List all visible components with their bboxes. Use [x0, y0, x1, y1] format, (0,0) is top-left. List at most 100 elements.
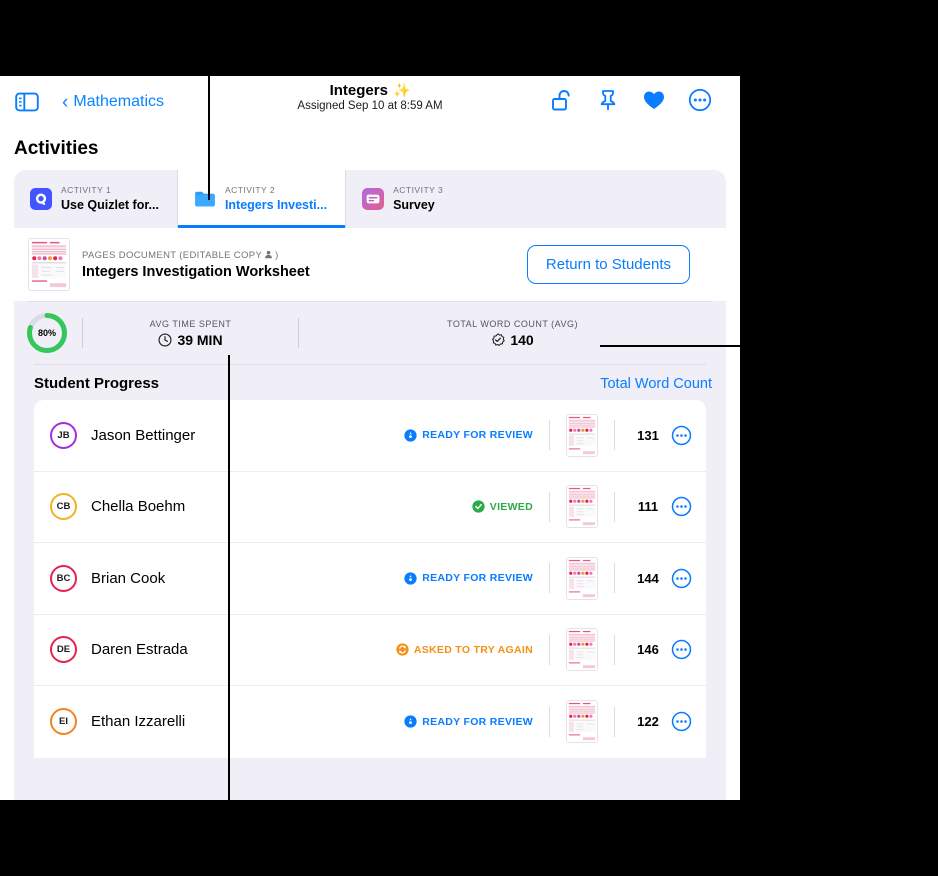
avatar-initials: EI [59, 716, 68, 728]
more-circle-icon[interactable] [671, 711, 692, 732]
more-circle-icon[interactable] [671, 425, 692, 446]
completion-ring: 80% [24, 310, 70, 356]
document-kicker-text: PAGES DOCUMENT (EDITABLE COPY [82, 249, 263, 261]
unlock-icon[interactable] [550, 88, 574, 117]
activity-tabs: ACTIVITY 1 Use Quizlet for... ACTIVITY 2… [14, 170, 726, 228]
sparkles-icon: ✨ [392, 82, 411, 98]
status-badge-label: VIEWED [489, 500, 533, 513]
more-circle-icon[interactable] [671, 568, 692, 589]
avatar: DE [50, 636, 77, 664]
back-chevron-icon: ‹ [62, 91, 69, 113]
clock-icon [158, 332, 172, 347]
activity-card: ACTIVITY 1 Use Quizlet for... ACTIVITY 2… [14, 170, 726, 800]
table-row[interactable]: CB Chella Boehm VIEWED 111 [34, 472, 706, 543]
student-name: Brian Cook [91, 569, 166, 587]
worksheet-thumbnail[interactable] [28, 238, 70, 291]
status-badge: VIEWED [472, 500, 533, 513]
table-row[interactable]: BC Brian Cook READY FOR REVIEW 144 [34, 543, 706, 615]
status-badge: READY FOR REVIEW [404, 429, 533, 442]
avatar-initials: BC [56, 572, 71, 584]
student-progress-list: JB Jason Bettinger READY FOR REVIEW 131 … [34, 400, 706, 758]
person-icon [264, 250, 273, 261]
avatar: BC [50, 564, 77, 592]
back-to-mathematics-link[interactable]: ‹ Mathematics [62, 93, 164, 112]
word-count-value: 144 [637, 570, 659, 586]
viewed-check-icon [472, 500, 485, 513]
word-count-value: 111 [637, 499, 659, 515]
worksheet-thumbnail[interactable] [566, 413, 598, 457]
avatar-initials: JB [57, 429, 70, 441]
ready-badge-icon [404, 572, 417, 585]
worksheet-thumbnail[interactable] [566, 485, 598, 529]
sidebar-toggle-icon[interactable] [14, 91, 40, 113]
row-separator-2 [614, 491, 615, 522]
toolbar-icon-group [550, 88, 726, 117]
worksheet-thumbnail[interactable] [566, 556, 598, 600]
worksheet-thumbnail[interactable] [566, 628, 598, 672]
avatar: JB [50, 421, 77, 449]
page-title: Integers [329, 82, 388, 99]
worksheet-thumbnail[interactable] [566, 700, 598, 744]
more-circle-icon[interactable] [671, 639, 692, 660]
quizlet-app-icon [30, 188, 52, 210]
stat-avg-time-spent: AVG TIME SPENT 39 MIN [83, 319, 298, 348]
stat-avg-time-value: 39 MIN [177, 331, 223, 348]
table-row[interactable]: JB Jason Bettinger READY FOR REVIEW 131 [34, 400, 706, 472]
row-separator-1 [549, 634, 550, 665]
retry-arrows-icon [396, 643, 409, 656]
document-kicker-close: ) [275, 249, 279, 261]
app-window: ‹ Mathematics Integers ✨ Assigned Sep 10… [0, 76, 740, 800]
ready-badge-icon [404, 429, 417, 442]
table-row[interactable]: DE Daren Estrada ASKED TO TRY AGAIN 146 [34, 615, 706, 686]
tab-activity-2[interactable]: ACTIVITY 2 Integers Investi... [177, 170, 347, 228]
status-badge: READY FOR REVIEW [404, 572, 533, 585]
student-name: Ethan Izzarelli [91, 713, 186, 731]
callout-line-time [228, 355, 230, 830]
table-row[interactable]: EI Ethan Izzarelli READY FOR REVIEW 122 [34, 686, 706, 758]
tab-1-kicker: ACTIVITY 1 [61, 185, 112, 196]
student-name: Jason Bettinger [91, 426, 196, 444]
pin-icon[interactable] [596, 88, 620, 117]
tab-3-label: Survey [393, 197, 435, 212]
row-separator-2 [614, 563, 615, 594]
callout-line-wordcount [600, 345, 938, 347]
tab-activity-3[interactable]: ACTIVITY 3 Survey [346, 170, 461, 228]
avatar-initials: CB [56, 501, 71, 513]
row-separator-2 [614, 634, 615, 665]
more-circle-icon[interactable] [688, 88, 712, 117]
row-separator-2 [614, 706, 615, 737]
callout-line-tab [208, 47, 210, 200]
status-badge-label: READY FOR REVIEW [422, 572, 533, 585]
stat-avg-time-label: AVG TIME SPENT [149, 318, 232, 329]
word-count-value: 131 [637, 427, 659, 443]
student-progress-title: Student Progress [34, 375, 160, 392]
heart-icon[interactable] [642, 88, 666, 117]
row-separator-1 [549, 491, 550, 522]
stat-word-count-label: TOTAL WORD COUNT (AVG) [446, 318, 578, 329]
status-badge-label: READY FOR REVIEW [422, 715, 533, 728]
avatar-initials: DE [56, 644, 71, 656]
stat-word-count-value: 140 [510, 331, 534, 348]
completion-ring-label: 80% [37, 328, 56, 338]
status-badge-label: READY FOR REVIEW [422, 429, 533, 442]
return-to-students-button[interactable]: Return to Students [526, 245, 690, 284]
tab-activity-1[interactable]: ACTIVITY 1 Use Quizlet for... [14, 170, 178, 228]
tab-3-kicker: ACTIVITY 3 [393, 185, 444, 196]
total-word-count-link[interactable]: Total Word Count [600, 376, 712, 392]
word-count-value: 122 [637, 714, 659, 730]
row-separator-1 [549, 420, 550, 451]
row-separator-1 [549, 706, 550, 737]
row-separator-1 [549, 563, 550, 594]
document-row: PAGES DOCUMENT (EDITABLE COPY ) Integers… [14, 228, 726, 301]
document-kicker: PAGES DOCUMENT (EDITABLE COPY ) [82, 250, 310, 261]
seal-check-icon [491, 332, 506, 347]
avatar: CB [50, 493, 77, 521]
status-badge: ASKED TO TRY AGAIN [396, 643, 533, 656]
stat-total-word-count: TOTAL WORD COUNT (AVG) 140 [299, 319, 726, 348]
top-toolbar: ‹ Mathematics Integers ✨ Assigned Sep 10… [0, 76, 740, 128]
row-separator-2 [614, 420, 615, 451]
more-circle-icon[interactable] [671, 496, 692, 517]
back-link-label: Mathematics [73, 93, 165, 110]
student-progress-header: Student Progress Total Word Count [14, 365, 726, 400]
student-name: Daren Estrada [91, 641, 188, 659]
